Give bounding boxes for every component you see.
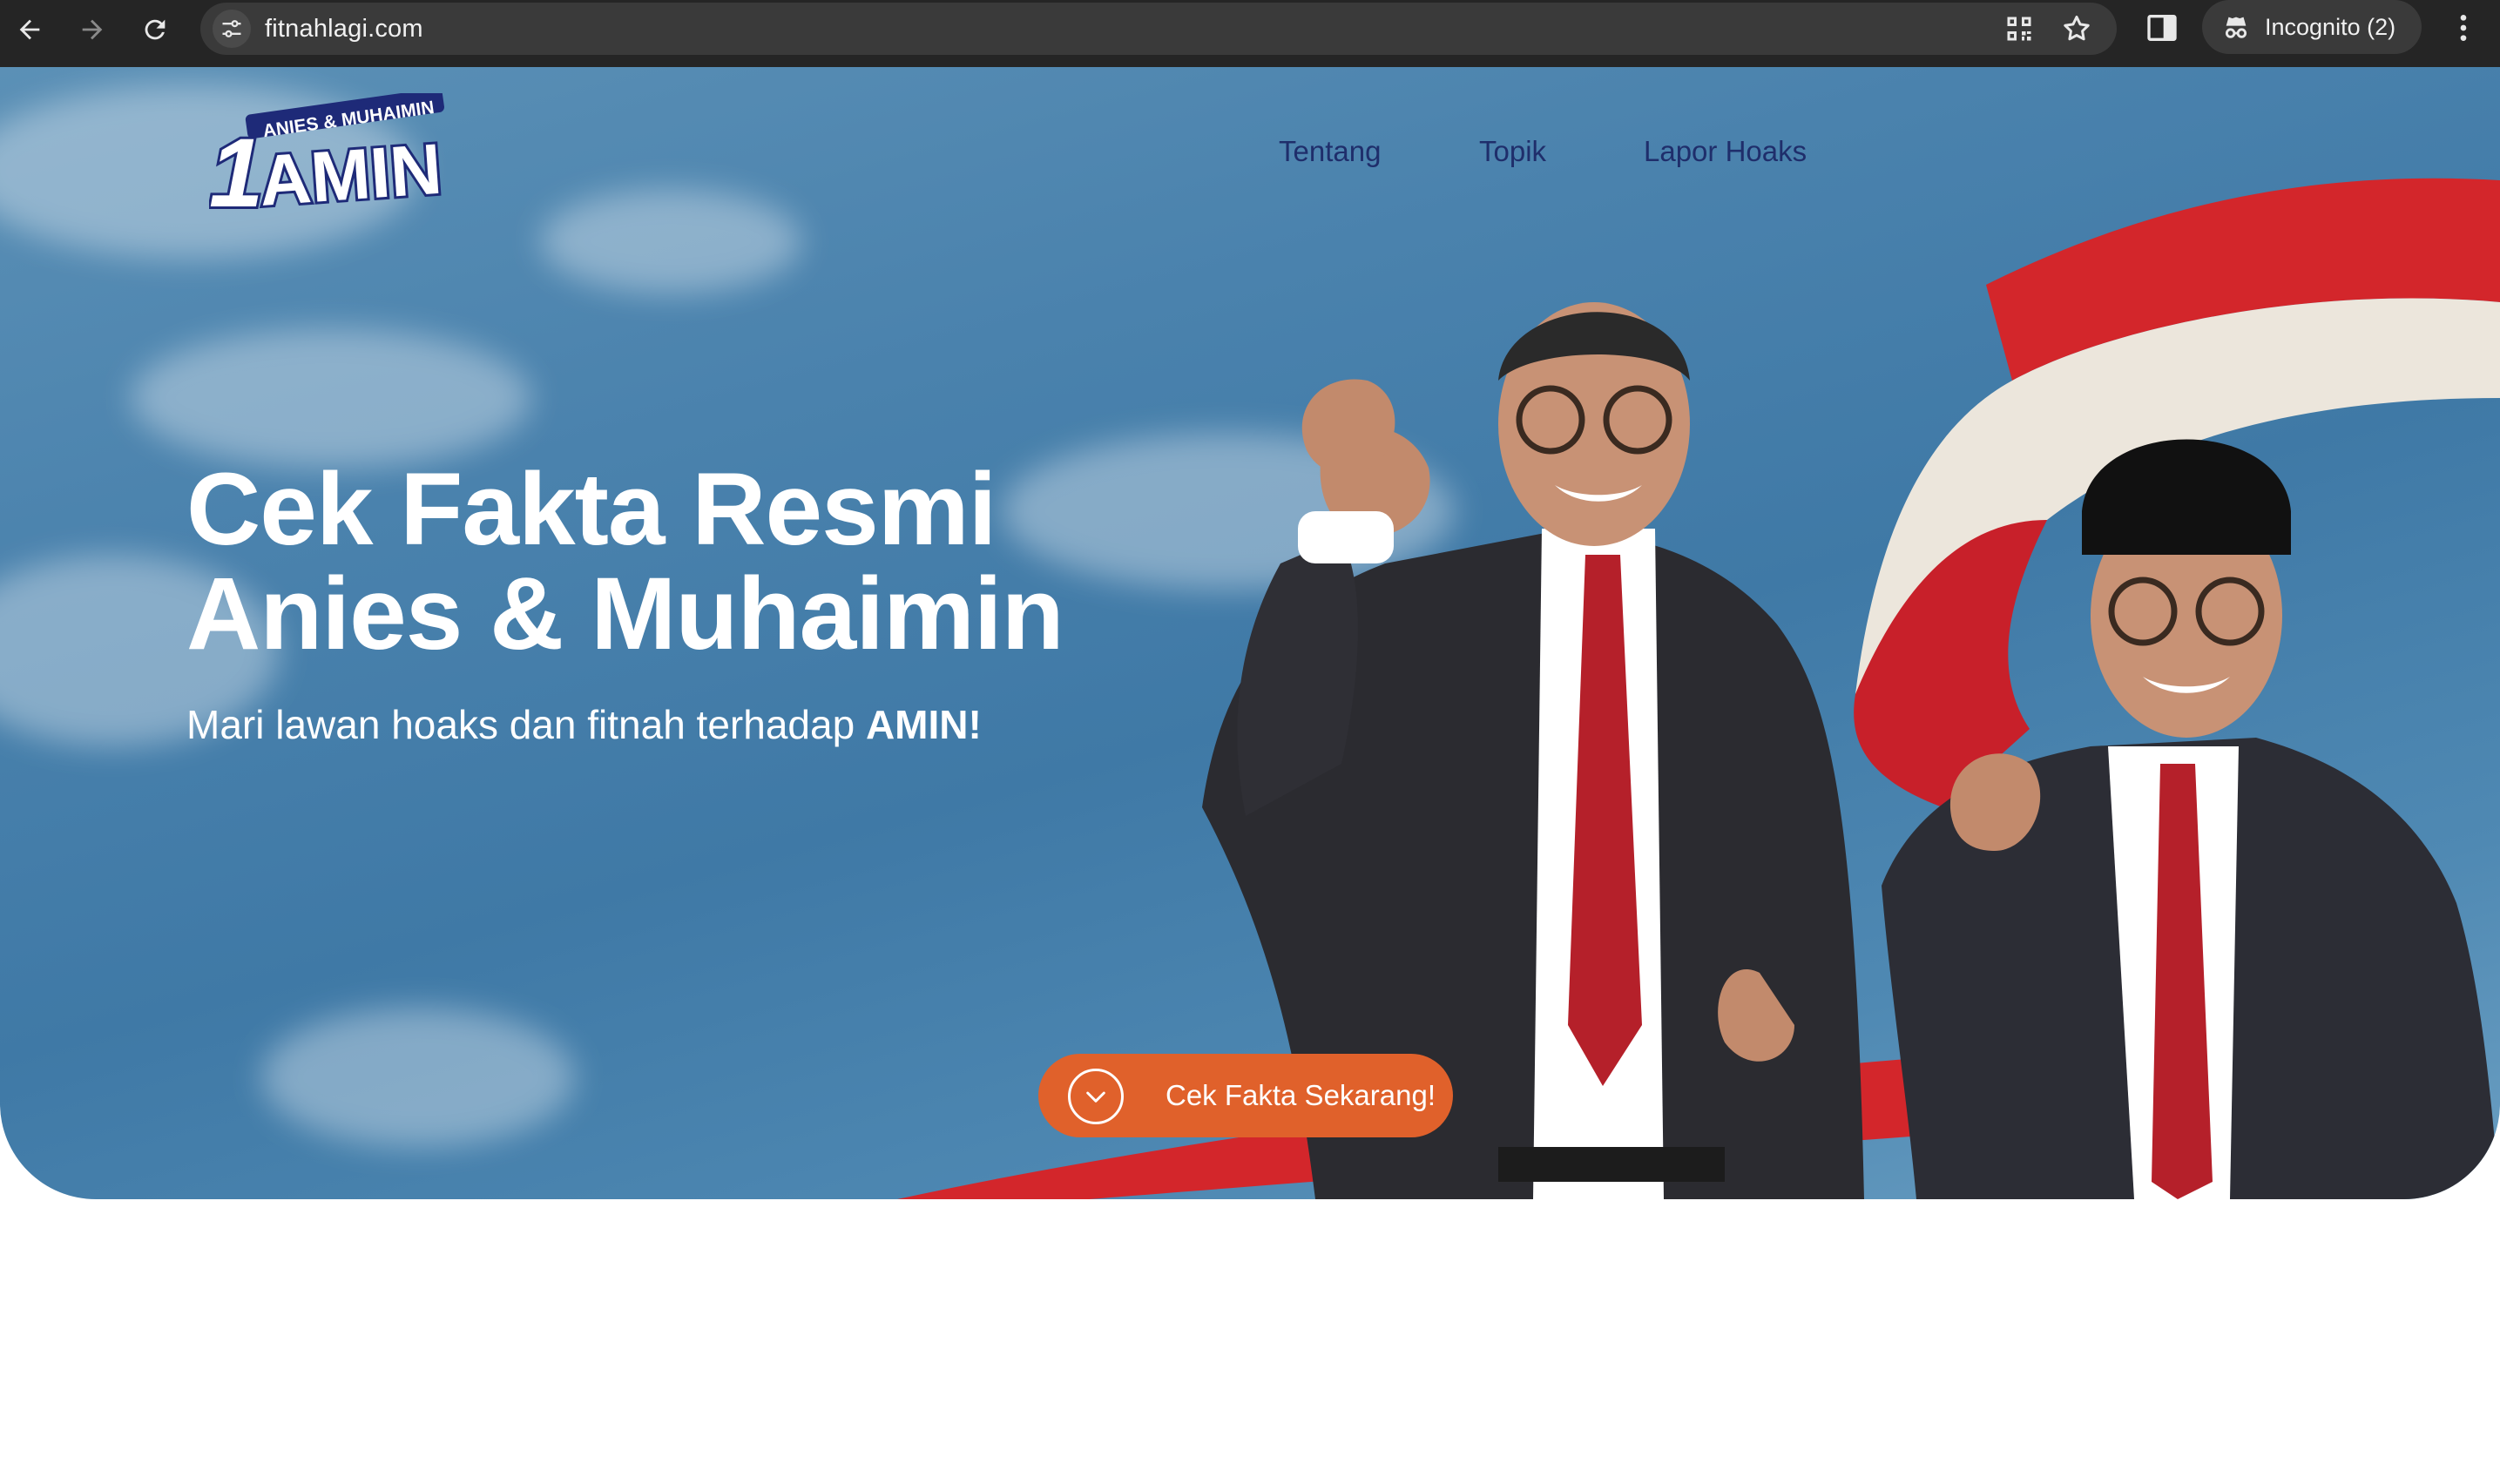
forward-arrow-icon xyxy=(82,19,103,40)
hero-title-line2: Anies & Muhaimin xyxy=(186,556,1064,671)
chevron-down-circle-icon xyxy=(1068,1069,1124,1124)
cek-fakta-button[interactable]: Cek Fakta Sekarang! xyxy=(1038,1054,1453,1137)
hero-section: ANIES & MUHAIMIN 1 AMIN Tentang Topik La… xyxy=(0,67,2500,1199)
nav-link-tentang[interactable]: Tentang xyxy=(1279,135,1381,168)
site-logo[interactable]: ANIES & MUHAIMIN 1 AMIN xyxy=(209,93,453,215)
hero-title: Cek Fakta Resmi Anies & Muhaimin xyxy=(186,457,1232,666)
cek-fakta-button-label: Cek Fakta Sekarang! xyxy=(1166,1079,1436,1111)
back-button[interactable] xyxy=(7,7,52,52)
reload-button[interactable] xyxy=(132,7,178,52)
reload-icon xyxy=(145,19,166,40)
browser-toolbar: fitnahlagi.com Incognito (2) xyxy=(0,0,2500,67)
star-icon[interactable] xyxy=(2061,13,2092,44)
nav-link-lapor-hoaks[interactable]: Lapor Hoaks xyxy=(1644,135,1807,168)
site-settings-icon[interactable] xyxy=(213,10,251,48)
incognito-indicator[interactable]: Incognito (2) xyxy=(2202,0,2422,54)
logo-number: 1 xyxy=(209,118,263,215)
incognito-label: Incognito (2) xyxy=(2265,14,2396,40)
kebab-menu-icon[interactable] xyxy=(2446,9,2481,47)
back-arrow-icon xyxy=(19,19,40,40)
url-text[interactable]: fitnahlagi.com xyxy=(265,15,423,44)
incognito-icon xyxy=(2225,17,2247,38)
side-panel-icon[interactable] xyxy=(2145,10,2179,45)
hero-subtitle-bold: AMIN! xyxy=(865,702,982,747)
logo-word: AMIN xyxy=(257,130,444,215)
address-bar[interactable]: fitnahlagi.com xyxy=(200,3,2117,55)
forward-button[interactable] xyxy=(70,7,115,52)
nav-link-topik[interactable]: Topik xyxy=(1479,135,1546,168)
muhaimin-figure xyxy=(1882,439,2500,1199)
hero-subtitle-text: Mari lawan hoaks dan fitnah terhadap xyxy=(186,702,866,747)
qr-code-icon[interactable] xyxy=(2003,13,2035,44)
hero-subtitle: Mari lawan hoaks dan fitnah terhadap AMI… xyxy=(186,701,982,748)
hero-title-line1: Cek Fakta Resmi xyxy=(186,452,997,567)
